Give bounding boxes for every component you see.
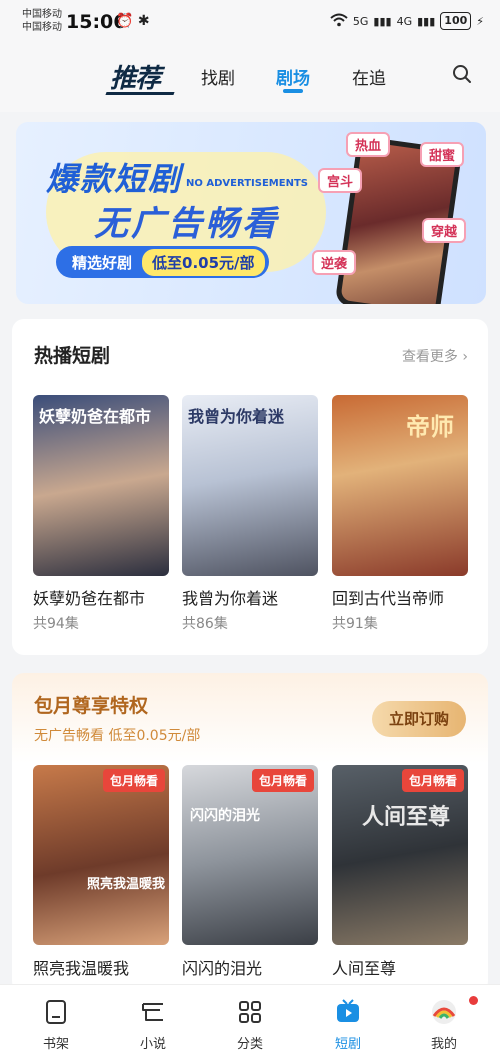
- genre-tag: 甜蜜: [420, 142, 465, 167]
- banner-pill-label: 精选好剧: [72, 253, 133, 272]
- drama-title[interactable]: 妖孽奶爸在都市: [33, 585, 145, 609]
- drama-episodes: 共91集: [332, 616, 378, 632]
- poster-title: 妖孽奶爸在都市: [39, 407, 152, 426]
- drama-title[interactable]: 回到古代当帝师: [332, 585, 444, 609]
- genre-tag: 宫斗: [318, 168, 363, 193]
- vip-section: 包月尊享特权 无广告畅看 低至0.05元/部 立即订购 包月畅看 照亮我温暖我 …: [12, 673, 488, 993]
- drama-poster[interactable]: 我曾为你着迷: [182, 395, 318, 576]
- nav-label: 书架: [42, 1037, 69, 1052]
- vip-badge: 包月畅看: [102, 769, 165, 792]
- signal-bars-icon: ▮▮▮: [373, 14, 392, 28]
- banner-headline-2: 无广告畅看: [94, 204, 279, 244]
- nav-bookshelf[interactable]: 书架: [26, 999, 86, 1052]
- vip-badge: 包月畅看: [401, 769, 464, 792]
- subscribe-button[interactable]: 立即订购: [372, 701, 466, 737]
- banner-pill-price: 低至0.05元/部: [142, 248, 265, 276]
- active-tab-indicator: [283, 89, 303, 93]
- tab-following[interactable]: 在追: [352, 64, 386, 89]
- status-bar: 中国移动 中国移动 15:06 ⏰ ✱ 5G ▮▮▮ 4G ▮▮▮ 100 ⚡: [0, 0, 500, 44]
- status-right: 5G ▮▮▮ 4G ▮▮▮ 100 ⚡: [330, 12, 484, 30]
- hot-dramas-section: 热播短剧 查看更多 › 妖孽奶爸在都市 妖孽奶爸在都市 共94集 我曾为你着迷 …: [12, 319, 488, 655]
- carrier-info: 中国移动 中国移动: [22, 8, 62, 34]
- poster-title: 人间至尊: [362, 805, 451, 830]
- chevron-right-icon: ›: [462, 349, 468, 365]
- nav-label: 短剧: [334, 1037, 361, 1052]
- tab-theater[interactable]: 剧场: [276, 64, 310, 89]
- bluetooth-icon: ✱: [137, 13, 150, 29]
- poster-title: 闪闪的泪光: [190, 808, 260, 824]
- tab-find[interactable]: 找剧: [201, 64, 235, 89]
- signal-5g: 5G: [352, 14, 369, 28]
- poster-title: 我曾为你着迷: [188, 407, 285, 426]
- tv-icon: [335, 999, 361, 1025]
- drama-episodes: 共86集: [182, 616, 228, 632]
- drama-episodes: 共94集: [33, 616, 79, 632]
- banner-headline-1: 爆款短剧: [46, 160, 183, 198]
- drama-poster[interactable]: 妖孽奶爸在都市: [33, 395, 169, 576]
- drama-title[interactable]: 人间至尊: [332, 955, 396, 979]
- nav-label: 小说: [139, 1037, 166, 1052]
- vip-title: 包月尊享特权: [34, 695, 149, 717]
- drama-poster[interactable]: 帝师: [332, 395, 468, 576]
- nav-label: 我的: [430, 1037, 457, 1052]
- drama-title[interactable]: 闪闪的泪光: [182, 955, 262, 979]
- drama-poster[interactable]: 包月畅看 闪闪的泪光: [182, 765, 318, 945]
- novel-icon: [140, 999, 166, 1025]
- avatar: [431, 999, 457, 1025]
- nav-novel[interactable]: 小说: [123, 999, 183, 1052]
- genre-tag: 逆袭: [312, 250, 357, 275]
- alarm-icon: ⏰ ✱: [116, 13, 150, 29]
- nav-label: 分类: [236, 1037, 263, 1052]
- bottom-nav: 书架 小说 分类 短剧 我的: [0, 984, 500, 1064]
- drama-title[interactable]: 照亮我温暖我: [33, 955, 129, 979]
- charging-icon: ⚡: [476, 14, 484, 28]
- notification-dot: [469, 996, 478, 1005]
- genre-tag: 热血: [346, 132, 391, 157]
- battery-indicator: 100: [440, 12, 472, 30]
- top-tab-bar: 推荐 找剧 剧场 在追: [0, 44, 500, 112]
- recommend-underline: [105, 92, 175, 95]
- category-icon: [237, 999, 263, 1025]
- poster-title: 照亮我温暖我: [87, 877, 166, 892]
- nav-drama[interactable]: 短剧: [318, 999, 378, 1052]
- signal-bars-icon: ▮▮▮: [417, 14, 436, 28]
- tab-recommend[interactable]: 推荐: [110, 58, 161, 95]
- poster-title: 帝师: [406, 413, 454, 441]
- search-icon[interactable]: [452, 64, 472, 84]
- carrier-2: 中国移动: [22, 22, 62, 33]
- carrier-1: 中国移动: [22, 9, 62, 20]
- vip-badge: 包月畅看: [251, 769, 314, 792]
- nav-category[interactable]: 分类: [220, 999, 280, 1052]
- wifi-icon: [330, 13, 348, 30]
- nav-mine[interactable]: 我的: [414, 999, 474, 1052]
- section-title: 热播短剧: [34, 345, 111, 367]
- drama-poster[interactable]: 包月畅看 照亮我温暖我: [33, 765, 169, 945]
- promo-banner[interactable]: 爆款短剧 NO ADVERTISEMENTS 无广告畅看 精选好剧 低至0.05…: [16, 122, 486, 304]
- view-more-link[interactable]: 查看更多 ›: [402, 346, 468, 366]
- drama-title[interactable]: 我曾为你着迷: [182, 585, 278, 609]
- vip-subtitle: 无广告畅看 低至0.05元/部: [34, 728, 201, 744]
- banner-price-pill: 精选好剧 低至0.05元/部: [56, 246, 269, 278]
- view-more-label: 查看更多: [401, 349, 458, 365]
- drama-poster[interactable]: 包月畅看 人间至尊: [332, 765, 468, 945]
- banner-no-ads: NO ADVERTISEMENTS: [186, 178, 308, 189]
- bookshelf-icon: [43, 999, 69, 1025]
- genre-tag: 穿越: [422, 218, 467, 243]
- signal-4g: 4G: [396, 14, 413, 28]
